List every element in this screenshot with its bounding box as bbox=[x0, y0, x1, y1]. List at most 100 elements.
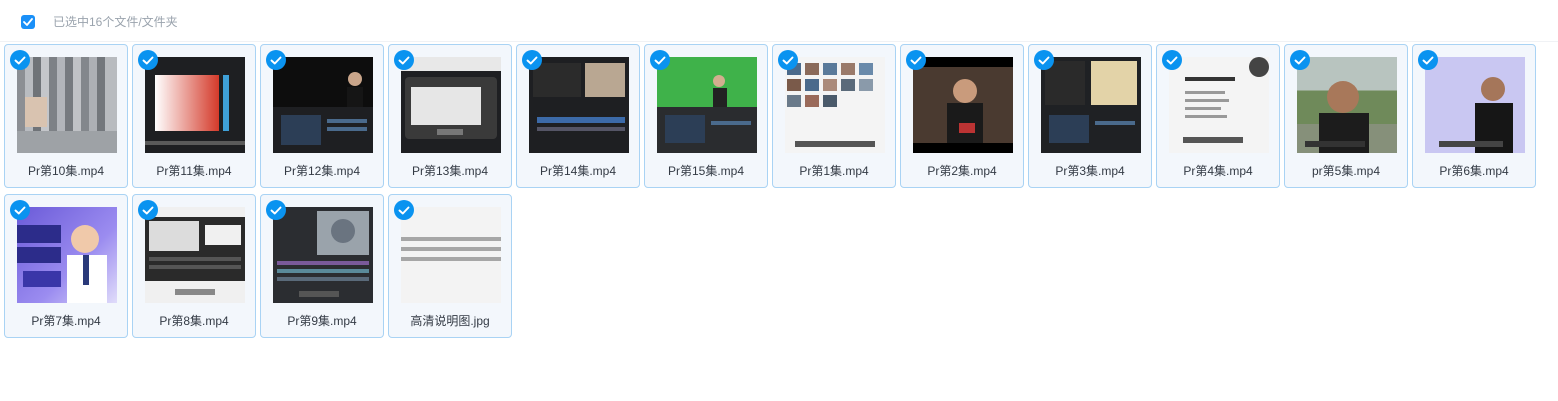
selected-check[interactable] bbox=[394, 50, 414, 70]
thumbnail-art bbox=[145, 75, 245, 145]
video-thumbnail bbox=[145, 57, 245, 153]
selected-check[interactable] bbox=[1290, 50, 1310, 70]
thumbnail-art bbox=[145, 217, 245, 295]
selected-check[interactable] bbox=[266, 50, 286, 70]
check-icon bbox=[1038, 56, 1050, 64]
file-tile[interactable]: Pr第4集.mp4 bbox=[1156, 44, 1280, 188]
thumbnail-art bbox=[787, 63, 875, 147]
file-tile[interactable]: Pr第2集.mp4 bbox=[900, 44, 1024, 188]
file-name: Pr第3集.mp4 bbox=[1055, 164, 1125, 178]
check-icon bbox=[14, 56, 26, 64]
check-icon bbox=[1166, 56, 1178, 64]
file-name: Pr第13集.mp4 bbox=[411, 164, 489, 178]
check-icon bbox=[14, 206, 26, 214]
check-icon bbox=[23, 18, 33, 26]
video-thumbnail bbox=[529, 57, 629, 153]
file-name: Pr第4集.mp4 bbox=[1183, 164, 1253, 178]
video-thumbnail bbox=[17, 57, 117, 153]
file-name: Pr第2集.mp4 bbox=[927, 164, 997, 178]
video-thumbnail bbox=[145, 207, 245, 303]
check-icon bbox=[398, 206, 410, 214]
selected-check[interactable] bbox=[1034, 50, 1054, 70]
file-name: Pr第15集.mp4 bbox=[667, 164, 745, 178]
selection-toolbar: 已选中16个文件/文件夹 bbox=[0, 0, 1558, 42]
check-icon bbox=[398, 56, 410, 64]
file-name: pr第5集.mp4 bbox=[1311, 164, 1381, 178]
selected-check[interactable] bbox=[138, 200, 158, 220]
video-thumbnail bbox=[17, 207, 117, 303]
video-thumbnail bbox=[785, 57, 885, 153]
video-thumbnail bbox=[913, 57, 1013, 153]
file-name: Pr第8集.mp4 bbox=[159, 314, 229, 328]
video-thumbnail bbox=[273, 207, 373, 303]
thumbnail-art bbox=[17, 97, 117, 153]
selected-check[interactable] bbox=[10, 50, 30, 70]
thumbnail-art bbox=[1045, 61, 1137, 143]
file-name: Pr第10集.mp4 bbox=[27, 164, 105, 178]
check-icon bbox=[142, 206, 154, 214]
thumbnail-art bbox=[401, 57, 501, 139]
thumbnail-art bbox=[277, 211, 369, 297]
check-icon bbox=[1422, 56, 1434, 64]
video-thumbnail bbox=[1041, 57, 1141, 153]
file-name: Pr第1集.mp4 bbox=[799, 164, 869, 178]
file-tile[interactable]: Pr第13集.mp4 bbox=[388, 44, 512, 188]
thumbnail-art bbox=[1183, 57, 1269, 143]
video-thumbnail bbox=[1425, 57, 1525, 153]
image-thumbnail bbox=[401, 207, 501, 303]
thumbnail-art bbox=[17, 225, 107, 303]
check-icon bbox=[270, 56, 282, 64]
select-all-checkbox[interactable] bbox=[21, 15, 35, 29]
check-icon bbox=[1294, 56, 1306, 64]
selected-check[interactable] bbox=[650, 50, 670, 70]
file-name: Pr第6集.mp4 bbox=[1439, 164, 1509, 178]
selected-check[interactable] bbox=[778, 50, 798, 70]
file-name: Pr第7集.mp4 bbox=[31, 314, 101, 328]
file-tile[interactable]: Pr第10集.mp4 bbox=[4, 44, 128, 188]
check-icon bbox=[142, 56, 154, 64]
check-icon bbox=[782, 56, 794, 64]
check-icon bbox=[910, 56, 922, 64]
thumbnail-art bbox=[273, 57, 373, 145]
file-tile[interactable]: Pr第14集.mp4 bbox=[516, 44, 640, 188]
file-tile[interactable]: pr第5集.mp4 bbox=[1284, 44, 1408, 188]
selected-check[interactable] bbox=[1162, 50, 1182, 70]
file-tile[interactable]: Pr第9集.mp4 bbox=[260, 194, 384, 338]
file-name: Pr第9集.mp4 bbox=[287, 314, 357, 328]
thumbnail-art bbox=[657, 57, 757, 143]
file-tile[interactable]: Pr第11集.mp4 bbox=[132, 44, 256, 188]
check-icon bbox=[654, 56, 666, 64]
file-tile[interactable]: Pr第15集.mp4 bbox=[644, 44, 768, 188]
thumbnail-art bbox=[533, 63, 625, 131]
check-icon bbox=[526, 56, 538, 64]
file-tile[interactable]: Pr第1集.mp4 bbox=[772, 44, 896, 188]
selected-check[interactable] bbox=[1418, 50, 1438, 70]
file-name: Pr第12集.mp4 bbox=[283, 164, 361, 178]
video-thumbnail bbox=[657, 57, 757, 153]
file-tile[interactable]: Pr第8集.mp4 bbox=[132, 194, 256, 338]
selected-check[interactable] bbox=[906, 50, 926, 70]
file-name: 高清说明图.jpg bbox=[410, 314, 490, 328]
selected-check[interactable] bbox=[266, 200, 286, 220]
file-tile[interactable]: Pr第12集.mp4 bbox=[260, 44, 384, 188]
selected-check[interactable] bbox=[394, 200, 414, 220]
file-tile[interactable]: Pr第7集.mp4 bbox=[4, 194, 128, 338]
thumbnail-art bbox=[1305, 81, 1369, 153]
selected-check[interactable] bbox=[138, 50, 158, 70]
thumbnail-art bbox=[913, 57, 1013, 153]
selected-check[interactable] bbox=[522, 50, 542, 70]
video-thumbnail bbox=[273, 57, 373, 153]
file-tile[interactable]: Pr第3集.mp4 bbox=[1028, 44, 1152, 188]
thumbnail-art bbox=[1439, 77, 1513, 153]
selection-count-label: 已选中16个文件/文件夹 bbox=[53, 15, 178, 29]
video-thumbnail bbox=[1169, 57, 1269, 153]
video-thumbnail bbox=[401, 57, 501, 153]
file-grid: Pr第10集.mp4 Pr第11集.mp4 Pr第12集.mp4 Pr第13集.… bbox=[4, 44, 1544, 338]
file-tile[interactable]: 高清说明图.jpg bbox=[388, 194, 512, 338]
video-thumbnail bbox=[1297, 57, 1397, 153]
thumbnail-art bbox=[401, 237, 501, 261]
check-icon bbox=[270, 206, 282, 214]
file-name: Pr第11集.mp4 bbox=[156, 164, 232, 178]
selected-check[interactable] bbox=[10, 200, 30, 220]
file-tile[interactable]: Pr第6集.mp4 bbox=[1412, 44, 1536, 188]
